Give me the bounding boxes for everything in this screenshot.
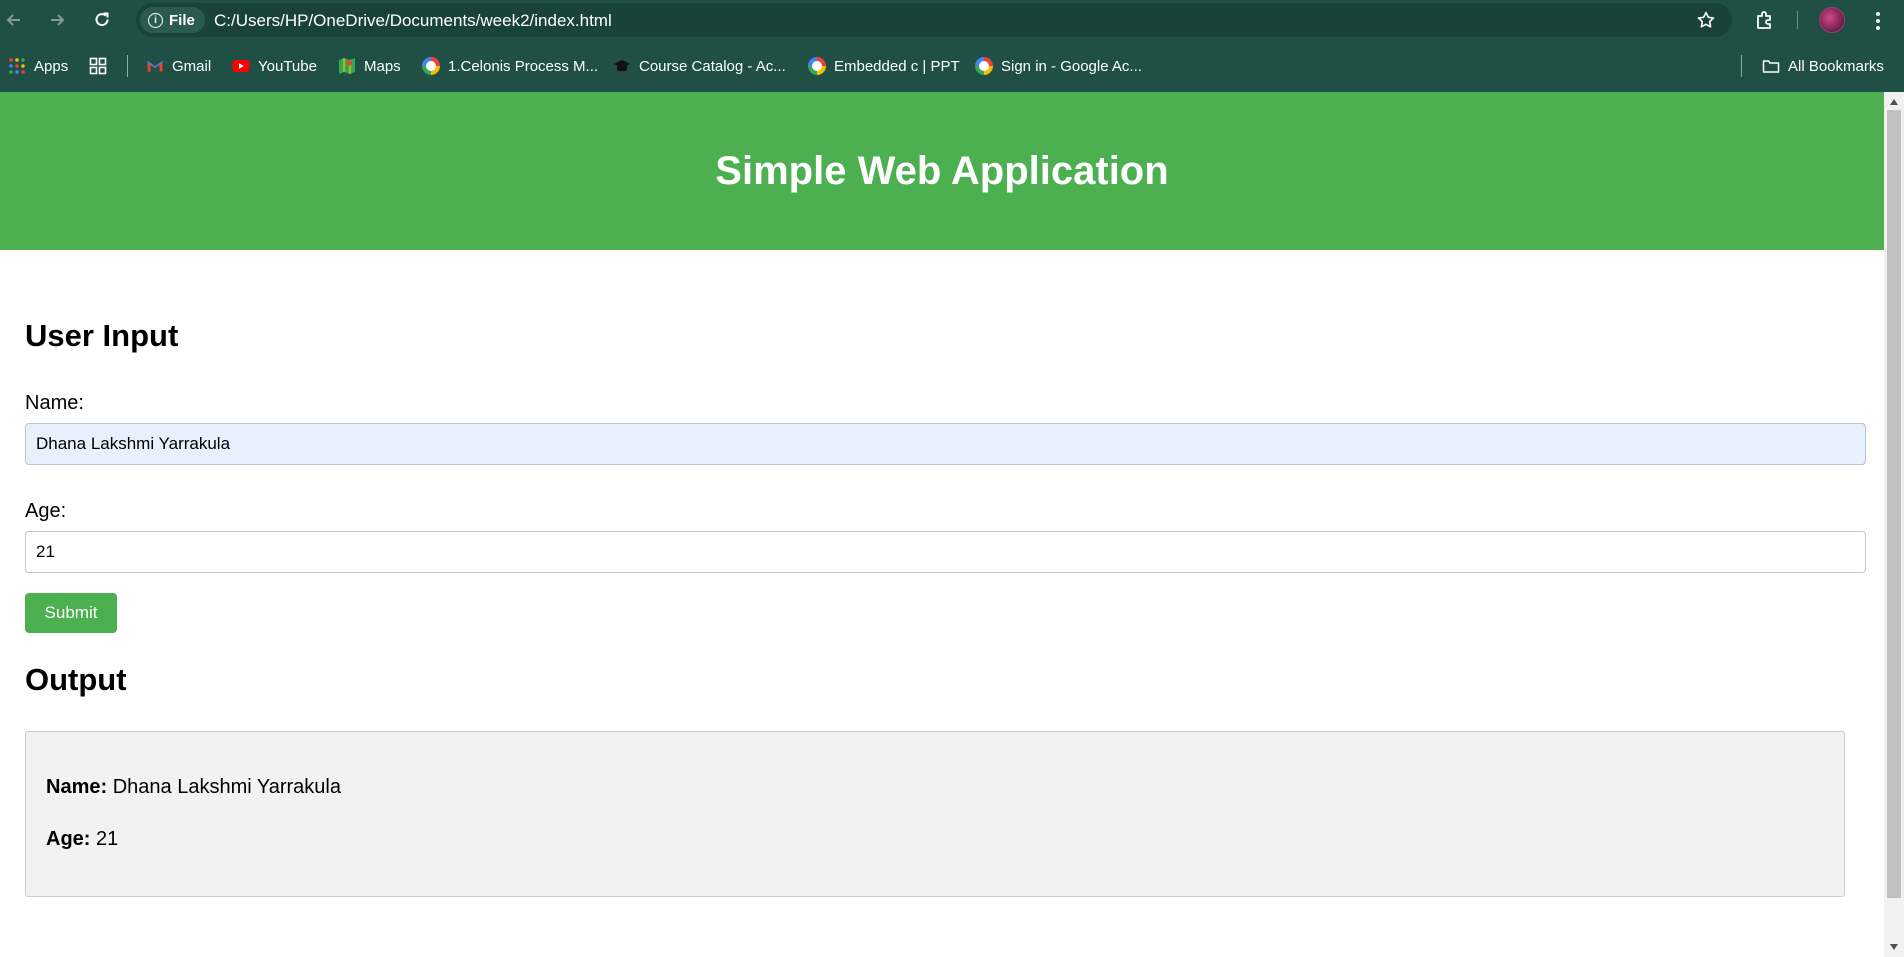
output-name-line: Name: Dhana Lakshmi Yarrakula <box>46 776 341 799</box>
arrow-left-icon <box>6 14 20 26</box>
arrow-right-icon <box>51 14 65 26</box>
toolbar-divider <box>1797 11 1798 29</box>
bookmark-embedded-c[interactable]: Embedded c | PPT <box>808 55 960 77</box>
output-name-key: Name: <box>46 776 108 798</box>
bookmark-label: Apps <box>34 57 69 75</box>
browser-toolbar: i File C:/Users/HP/OneDrive/Documents/we… <box>0 0 1904 41</box>
bookmark-course-catalog[interactable]: Course Catalog - Ac... <box>613 55 786 77</box>
gmail-icon <box>147 61 163 72</box>
scroll-up-arrow-icon[interactable] <box>1890 99 1898 105</box>
bookmark-apps[interactable]: Apps <box>8 55 68 77</box>
bookmark-label: Course Catalog - Ac... <box>639 57 786 75</box>
google-icon <box>422 57 440 75</box>
graduation-cap-icon <box>614 60 630 72</box>
output-age-key: Age: <box>46 828 91 850</box>
reload-icon <box>95 12 109 27</box>
extensions-puzzle-icon[interactable] <box>1753 8 1777 32</box>
bookmark-label: Maps <box>364 57 401 75</box>
tab-grid-icon <box>89 57 107 75</box>
output-age-line: Age: 21 <box>46 828 118 851</box>
bookmark-label: YouTube <box>258 57 317 75</box>
user-input-heading: User Input <box>25 318 179 353</box>
page-viewport: Simple Web Application User Input Name: … <box>0 92 1884 957</box>
name-label: Name: <box>25 392 84 414</box>
apps-grid-icon <box>9 58 25 74</box>
profile-avatar[interactable] <box>1819 7 1845 33</box>
forward-button[interactable] <box>43 6 71 34</box>
tab-groups-button[interactable] <box>89 55 107 77</box>
page-scrollbar[interactable] <box>1884 92 1904 957</box>
scrollbar-thumb[interactable] <box>1887 110 1901 898</box>
menu-dot-icon <box>1876 26 1880 30</box>
output-heading: Output <box>25 662 127 697</box>
age-input-value: 21 <box>36 542 55 561</box>
menu-dot-icon <box>1876 19 1880 23</box>
all-bookmarks-button[interactable]: All Bookmarks <box>1762 55 1884 77</box>
age-input[interactable]: 21 <box>25 531 1866 573</box>
output-name-value: Dhana Lakshmi Yarrakula <box>112 776 341 798</box>
bookmarks-bar: Apps Gmail YouTube Maps 1.Celonis Proces… <box>0 41 1904 92</box>
google-icon <box>975 57 993 75</box>
back-button[interactable] <box>0 6 28 34</box>
bookmarks-divider <box>127 55 128 77</box>
reload-button[interactable] <box>88 6 116 34</box>
bookmark-google-signin[interactable]: Sign in - Google Ac... <box>975 55 1142 77</box>
bookmark-gmail[interactable]: Gmail <box>146 55 211 77</box>
bookmark-label: Embedded c | PPT <box>834 57 960 75</box>
all-bookmarks-label: All Bookmarks <box>1788 57 1884 75</box>
info-icon: i <box>148 12 163 28</box>
output-age-value: 21 <box>96 828 119 850</box>
page-title: Simple Web Application <box>715 148 1169 193</box>
name-input[interactable]: Dhana Lakshmi Yarrakula <box>25 423 1866 465</box>
google-icon <box>808 57 826 75</box>
bookmark-celonis[interactable]: 1.Celonis Process M... <box>422 55 598 77</box>
scroll-down-arrow-icon[interactable] <box>1890 944 1898 950</box>
name-input-value: Dhana Lakshmi Yarrakula <box>36 434 231 453</box>
bookmark-star-icon[interactable] <box>1696 10 1716 30</box>
scheme-label: File <box>169 11 195 29</box>
bookmark-youtube[interactable]: YouTube <box>232 55 317 77</box>
bookmarks-divider <box>1741 55 1742 77</box>
site-info-chip[interactable]: i File <box>140 7 205 33</box>
address-bar[interactable]: i File C:/Users/HP/OneDrive/Documents/we… <box>136 3 1732 37</box>
submit-button[interactable]: Submit <box>25 593 117 633</box>
youtube-icon <box>232 60 250 72</box>
bookmark-label: Sign in - Google Ac... <box>1001 57 1142 75</box>
bookmark-maps[interactable]: Maps <box>338 55 401 77</box>
bookmark-label: 1.Celonis Process M... <box>448 57 599 75</box>
app-header: Simple Web Application <box>0 92 1884 250</box>
url-text[interactable]: C:/Users/HP/OneDrive/Documents/week2/ind… <box>214 11 612 31</box>
folder-icon <box>1762 60 1780 73</box>
browser-menu-button[interactable] <box>1866 9 1890 33</box>
age-label: Age: <box>25 500 67 522</box>
maps-icon <box>339 58 355 74</box>
bookmark-label: Gmail <box>172 57 212 75</box>
output-panel: Name: Dhana Lakshmi Yarrakula Age: 21 <box>25 731 1845 897</box>
menu-dot-icon <box>1876 12 1880 16</box>
